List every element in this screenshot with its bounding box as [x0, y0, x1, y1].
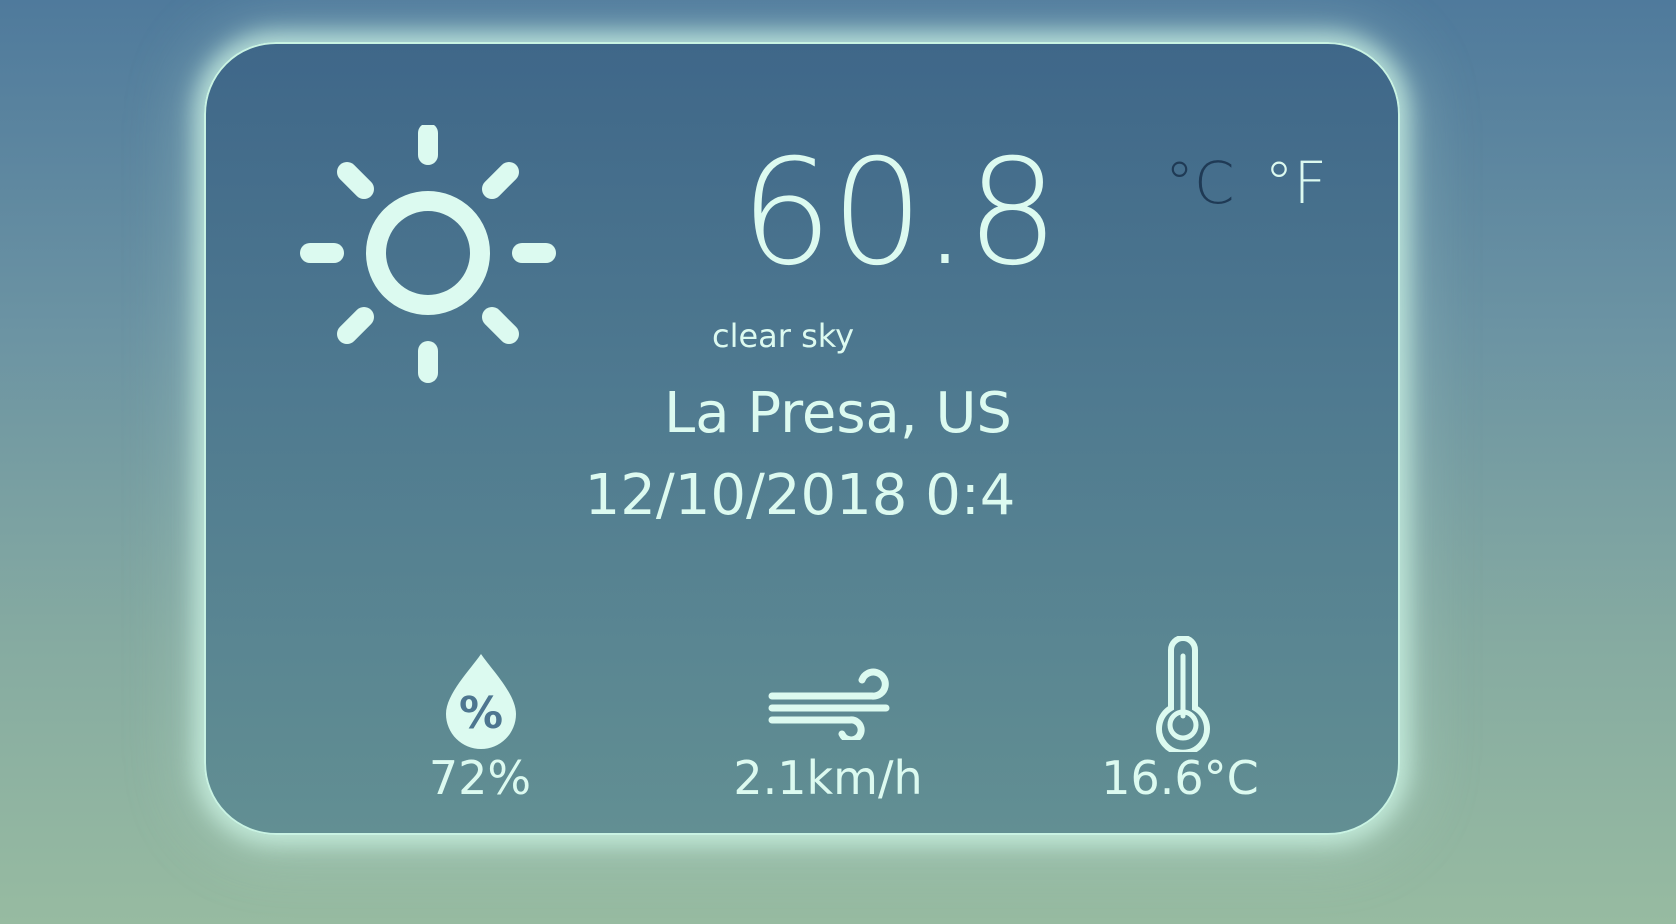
- svg-text:%: %: [459, 688, 503, 739]
- humidity-icon: %: [446, 654, 516, 749]
- fahrenheit-toggle[interactable]: °F: [1265, 154, 1327, 212]
- celsius-toggle[interactable]: °C: [1165, 154, 1235, 212]
- wind-icon: [768, 668, 890, 740]
- feels-value: 16.6°C: [1101, 751, 1259, 805]
- thermometer-icon: [1156, 636, 1210, 752]
- temperature-value: 60.8: [740, 128, 1059, 298]
- weather-description: clear sky: [712, 317, 855, 355]
- unit-toggle[interactable]: °C °F: [1165, 154, 1327, 212]
- datetime-label: 12/10/2018 0:4: [584, 463, 1016, 528]
- sun-icon: [300, 125, 556, 383]
- humidity-value: 72%: [428, 751, 532, 805]
- location-label: La Presa, US: [664, 381, 1012, 446]
- wind-value: 2.1km/h: [733, 751, 923, 805]
